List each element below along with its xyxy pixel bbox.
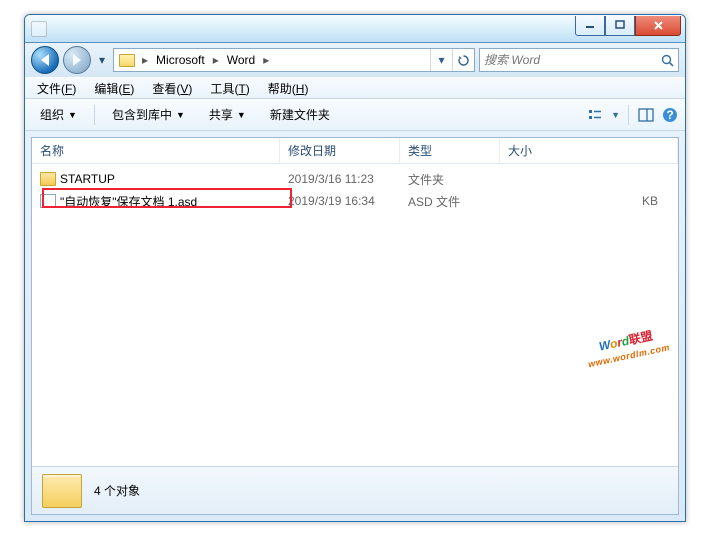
document-icon [40, 194, 56, 208]
history-dropdown[interactable]: ▾ [95, 53, 109, 67]
command-bar: 组织 ▼ 包含到库中 ▼ 共享 ▼ 新建文件夹 ▼ ? [25, 99, 685, 131]
search-icon[interactable] [656, 54, 678, 67]
search-input[interactable] [484, 53, 656, 67]
back-button[interactable] [31, 46, 59, 74]
maximize-button[interactable] [605, 16, 635, 36]
title-bar[interactable] [25, 15, 685, 43]
file-date-label: 2019/3/19 16:34 [280, 194, 400, 208]
menu-tools[interactable]: 工具(T) [202, 78, 257, 99]
svg-text:?: ? [666, 108, 673, 122]
explorer-window: ▾ ▸ Microsoft ▸ Word ▸ ▾ 文件(F) 编辑(E) 查看(… [24, 14, 686, 522]
system-icon [31, 21, 47, 37]
navigation-bar: ▾ ▸ Microsoft ▸ Word ▸ ▾ [25, 43, 685, 77]
column-header-size[interactable]: 大小 [500, 138, 678, 163]
breadcrumb-item[interactable]: Microsoft [150, 49, 211, 71]
close-button[interactable] [635, 16, 681, 36]
folder-icon [42, 474, 82, 508]
menu-file[interactable]: 文件(F) [29, 78, 84, 99]
minimize-button[interactable] [575, 16, 605, 36]
preview-pane-button[interactable] [637, 106, 655, 124]
view-dropdown-icon[interactable]: ▼ [611, 110, 620, 120]
file-date-label: 2019/3/16 11:23 [280, 172, 400, 186]
share-button[interactable]: 共享 ▼ [200, 101, 255, 128]
window-controls [575, 16, 681, 36]
file-type-label: 文件夹 [400, 171, 500, 188]
view-options-button[interactable] [587, 106, 605, 124]
new-folder-button[interactable]: 新建文件夹 [261, 101, 339, 128]
list-item[interactable]: STARTUP 2019/3/16 11:23 文件夹 [32, 168, 678, 190]
forward-button[interactable] [63, 46, 91, 74]
organize-button[interactable]: 组织 ▼ [31, 101, 86, 128]
file-list: STARTUP 2019/3/16 11:23 文件夹 "自动恢复"保存文档 1… [32, 164, 678, 212]
breadcrumb-item[interactable]: Word [221, 49, 261, 71]
menu-help[interactable]: 帮助(H) [260, 78, 317, 99]
file-name-label: STARTUP [60, 172, 115, 186]
search-box[interactable] [479, 48, 679, 72]
address-dropdown-button[interactable]: ▾ [430, 49, 452, 71]
status-bar: 4 个对象 [32, 466, 678, 514]
location-folder-icon [116, 49, 138, 71]
chevron-right-icon[interactable]: ▸ [211, 53, 221, 67]
column-header-name[interactable]: 名称 [32, 138, 280, 163]
file-name-label: "自动恢复"保存文档 1.asd [60, 193, 197, 210]
help-button[interactable]: ? [661, 106, 679, 124]
menu-bar: 文件(F) 编辑(E) 查看(V) 工具(T) 帮助(H) [25, 77, 685, 99]
file-size-label: KB [500, 194, 678, 208]
include-in-library-button[interactable]: 包含到库中 ▼ [103, 101, 194, 128]
column-header-date[interactable]: 修改日期 [280, 138, 400, 163]
menu-edit[interactable]: 编辑(E) [86, 78, 142, 99]
chevron-right-icon[interactable]: ▸ [140, 53, 150, 67]
column-header-type[interactable]: 类型 [400, 138, 500, 163]
watermark: Word联盟 www.wordlm.com [582, 320, 670, 370]
chevron-right-icon[interactable]: ▸ [261, 53, 271, 67]
status-text: 4 个对象 [94, 482, 140, 499]
file-type-label: ASD 文件 [400, 193, 500, 210]
refresh-button[interactable] [452, 49, 474, 71]
content-pane: 名称 修改日期 类型 大小 STARTUP 2019/3/16 11:23 文件… [31, 137, 679, 515]
column-header-row: 名称 修改日期 类型 大小 [32, 138, 678, 164]
list-item[interactable]: "自动恢复"保存文档 1.asd 2019/3/19 16:34 ASD 文件 … [32, 190, 678, 212]
menu-view[interactable]: 查看(V) [144, 78, 200, 99]
address-bar[interactable]: ▸ Microsoft ▸ Word ▸ ▾ [113, 48, 475, 72]
folder-icon [40, 172, 56, 186]
